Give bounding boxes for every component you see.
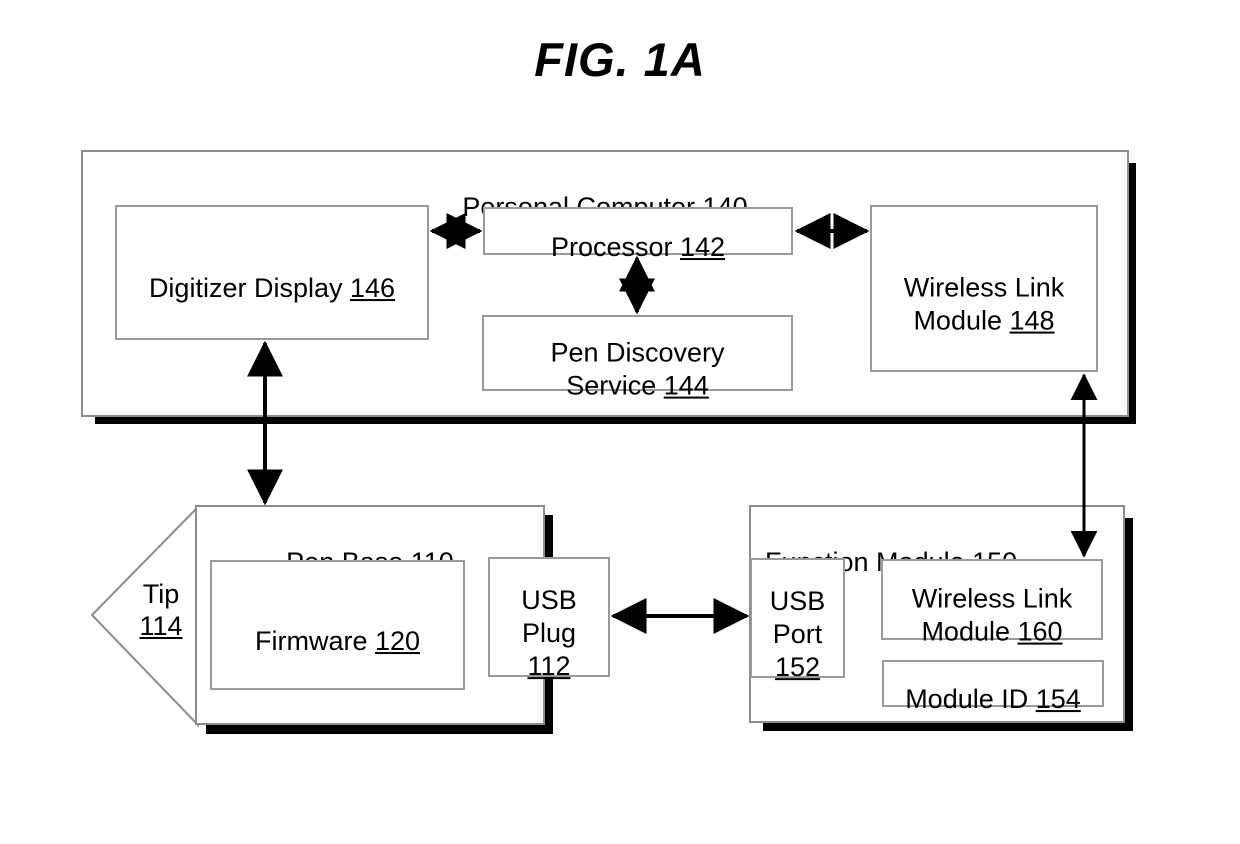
digitizer-display-text: Digitizer Display — [148, 273, 350, 304]
usb-plug-ref: 112 — [527, 650, 571, 681]
usb-plug-box: USB Plug 112 — [488, 557, 610, 681]
firmware-ref: 120 — [374, 626, 421, 656]
wireless-link-module-160-ref: 160 — [1017, 616, 1063, 647]
processor-box: Processor 142 — [483, 207, 793, 262]
usb-port-label: USB Port 152 — [752, 552, 843, 684]
personal-computer-shadow-right — [1128, 163, 1136, 422]
processor-label: Processor 142 — [485, 198, 791, 264]
digitizer-display-label: Digitizer Display 146 — [117, 240, 427, 306]
firmware-text: Firmware — [254, 626, 375, 656]
pen-tip-text: Tip — [142, 579, 180, 609]
pen-tip-ref: 114 — [139, 611, 183, 642]
module-id-text: Module ID — [905, 684, 1036, 715]
patent-figure: FIG. 1A Personal Computer 140 Digitizer … — [0, 0, 1240, 844]
wireless-link-module-148-label: Wireless Link Module 148 — [872, 239, 1096, 338]
wireless-link-module-160-label: Wireless Link Module 160 — [883, 550, 1101, 649]
module-id-box: Module ID 154 — [882, 660, 1104, 715]
usb-port-text: USB Port — [769, 586, 826, 649]
processor-text: Processor — [550, 232, 680, 262]
wireless-link-module-160-box: Wireless Link Module 160 — [881, 559, 1103, 647]
figure-title: FIG. 1A — [534, 33, 706, 86]
usb-port-ref: 152 — [774, 651, 821, 682]
usb-plug-text: USB Plug — [521, 585, 577, 648]
usb-port-box: USB Port 152 — [750, 558, 845, 682]
firmware-box: Firmware 120 — [210, 560, 465, 690]
personal-computer-shadow-bottom — [95, 416, 1136, 424]
module-id-ref: 154 — [1035, 684, 1081, 715]
function-module-shadow-right — [1124, 518, 1133, 728]
wireless-link-module-148-ref: 148 — [1009, 305, 1055, 336]
processor-ref: 142 — [679, 232, 726, 262]
module-id-label: Module ID 154 — [884, 651, 1102, 717]
usb-plug-label: USB Plug 112 — [490, 551, 608, 683]
pen-base-shadow-bottom — [206, 724, 551, 734]
function-module-shadow-bottom — [763, 722, 1133, 731]
digitizer-display-ref: 146 — [350, 273, 396, 304]
digitizer-display-box: Digitizer Display 146 — [115, 205, 429, 340]
pen-discovery-service-ref: 144 — [663, 370, 709, 401]
pen-discovery-service-label: Pen Discovery Service 144 — [484, 304, 791, 403]
pen-discovery-service-box: Pen Discovery Service 144 — [482, 315, 793, 400]
wireless-link-module-148-box: Wireless Link Module 148 — [870, 205, 1098, 372]
pen-tip-label: Tip 114 — [122, 578, 200, 643]
firmware-label: Firmware 120 — [212, 592, 463, 658]
